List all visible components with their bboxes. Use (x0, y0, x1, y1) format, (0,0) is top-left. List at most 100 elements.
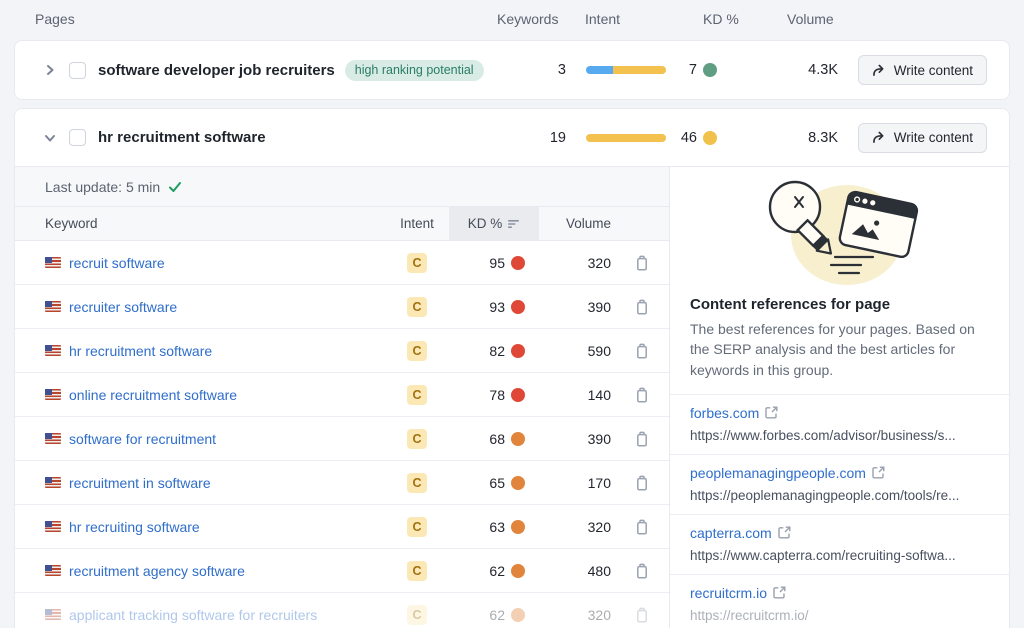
page-checkbox[interactable] (69, 129, 86, 146)
keyword-cell: recruitment in software (15, 475, 385, 491)
delete-keyword-button[interactable] (633, 605, 651, 625)
keyword-table-header: Keyword Intent KD % Volume (15, 207, 669, 241)
delete-cell (615, 297, 669, 317)
keyword-link[interactable]: hr recruiting software (69, 519, 200, 535)
actions-header-cell (615, 207, 669, 240)
kd-dot (703, 63, 717, 77)
volume-cell: 390 (539, 431, 615, 447)
intent-commercial-badge: C (407, 517, 427, 537)
keyword-link[interactable]: recruit software (69, 255, 165, 271)
intent-cell: C (385, 385, 449, 405)
us-flag-icon (45, 389, 61, 400)
volume-cell: 320 (539, 607, 615, 623)
kd-cell: 62 (449, 563, 539, 579)
intent-bar (586, 66, 666, 74)
kd-header-cell[interactable]: KD % (449, 207, 539, 240)
references-description: The best references for your pages. Base… (690, 319, 989, 380)
page-checkbox[interactable] (69, 62, 86, 79)
keyword-link[interactable]: recruitment agency software (69, 563, 245, 579)
intent-commercial-badge: C (407, 429, 427, 449)
page-row: hr recruitment software 19 46 8.3K Write… (15, 109, 1009, 167)
references-title: Content references for page (690, 296, 989, 313)
delete-keyword-button[interactable] (633, 341, 651, 361)
delete-keyword-button[interactable] (633, 473, 651, 493)
intent-commercial-badge: C (407, 297, 427, 317)
kd-cell: 95 (449, 255, 539, 271)
reference-domain-link[interactable]: recruitcrm.io (690, 585, 786, 601)
reference-domain-link[interactable]: peoplemanagingpeople.com (690, 465, 885, 481)
delete-keyword-button[interactable] (633, 561, 651, 581)
keyword-cell: online recruitment software (15, 387, 385, 403)
volume-value: 4.3K (761, 62, 838, 78)
write-content-button[interactable]: Write content (858, 123, 987, 153)
trash-icon (635, 607, 649, 623)
chevron-down-icon[interactable] (37, 132, 63, 144)
last-update-bar: Last update: 5 min (15, 167, 669, 207)
volume-value: 8.3K (761, 130, 838, 146)
keyword-link[interactable]: hr recruitment software (69, 343, 212, 359)
keyword-link[interactable]: applicant tracking software for recruite… (69, 607, 317, 623)
keyword-link[interactable]: recruitment in software (69, 475, 211, 491)
last-update-text: Last update: 5 min (45, 179, 160, 195)
page-title: software developer job recruiters (98, 62, 335, 79)
reference-domain-link[interactable]: capterra.com (690, 525, 791, 541)
write-content-button[interactable]: Write content (858, 55, 987, 85)
check-icon (168, 181, 182, 193)
trash-icon (635, 475, 649, 491)
keyword-link[interactable]: software for recruitment (69, 431, 216, 447)
delete-cell (615, 385, 669, 405)
volume-header-cell: Volume (539, 207, 615, 240)
intent-cell: C (385, 473, 449, 493)
us-flag-icon (45, 609, 61, 620)
delete-keyword-button[interactable] (633, 253, 651, 273)
keywords-column-label: Keywords (497, 11, 558, 27)
external-link-icon (778, 526, 791, 539)
external-link-icon (765, 406, 778, 419)
kd-cell: 93 (449, 299, 539, 315)
delete-cell (615, 517, 669, 537)
keyword-table-row: applicant tracking software for recruite… (15, 593, 669, 628)
keyword-table-row: recruiter software C 93 390 (15, 285, 669, 329)
volume-cell: 320 (539, 255, 615, 271)
us-flag-icon (45, 433, 61, 444)
reference-url: https://www.forbes.com/advisor/business/… (690, 428, 989, 443)
intent-commercial-badge: C (407, 385, 427, 405)
kd-dot (511, 476, 525, 490)
delete-keyword-button[interactable] (633, 429, 651, 449)
kd-cell: 62 (449, 607, 539, 623)
keywords-count: 3 (501, 62, 566, 78)
kd-dot (511, 344, 525, 358)
chevron-right-icon[interactable] (37, 64, 63, 76)
delete-keyword-button[interactable] (633, 385, 651, 405)
delete-keyword-button[interactable] (633, 297, 651, 317)
keyword-table-row: hr recruitment software C 82 590 (15, 329, 669, 373)
keywords-panel: Last update: 5 min Keyword Intent KD % V… (15, 167, 669, 628)
volume-cell: 320 (539, 519, 615, 535)
kd-dot (511, 608, 525, 622)
keyword-link[interactable]: recruiter software (69, 299, 177, 315)
trash-icon (635, 255, 649, 271)
kd-dot (511, 432, 525, 446)
intent-commercial-badge: C (407, 561, 427, 581)
us-flag-icon (45, 257, 61, 268)
delete-cell (615, 341, 669, 361)
reference-domain-link[interactable]: forbes.com (690, 405, 778, 421)
delete-cell (615, 473, 669, 493)
redo-arrow-icon (872, 131, 887, 144)
pages-column-label: Pages (35, 11, 75, 27)
keywords-count: 19 (501, 130, 566, 146)
intent-header-cell: Intent (385, 207, 449, 240)
volume-cell: 480 (539, 563, 615, 579)
intent-cell: C (385, 561, 449, 581)
intent-cell: C (385, 429, 449, 449)
delete-keyword-button[interactable] (633, 517, 651, 537)
keyword-cell: hr recruitment software (15, 343, 385, 359)
external-link-icon (773, 586, 786, 599)
us-flag-icon (45, 301, 61, 312)
trash-icon (635, 299, 649, 315)
reference-item: peoplemanagingpeople.com https://peoplem… (670, 454, 1009, 514)
reference-url: https://recruitcrm.io/ (690, 608, 989, 623)
keyword-link[interactable]: online recruitment software (69, 387, 237, 403)
page-row: software developer job recruiters high r… (15, 41, 1009, 99)
references-list: forbes.com https://www.forbes.com/adviso… (670, 394, 1009, 628)
